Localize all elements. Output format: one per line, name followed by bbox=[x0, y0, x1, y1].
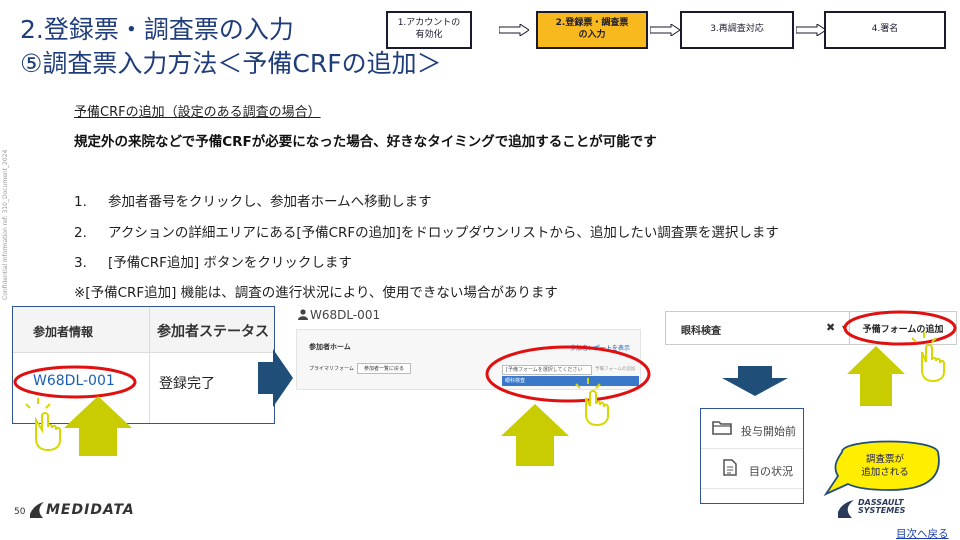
subject-id-link[interactable]: W68DL-001 bbox=[33, 373, 115, 389]
subject-id: W68DL-001 bbox=[310, 308, 381, 322]
medidata-logo: MEDIDATA bbox=[46, 502, 135, 518]
list-item: 3. [予備CRF追加] ボタンをクリックします bbox=[74, 255, 352, 271]
dassault-logo: DASSAULT SYSTEMES bbox=[858, 498, 906, 516]
optional-form-select[interactable]: [予備フォームを選択してください bbox=[502, 365, 592, 375]
folder-icon bbox=[712, 421, 732, 435]
subject-status: 登録完了 bbox=[159, 376, 215, 392]
page-number: 50 bbox=[14, 507, 26, 517]
page-title-line1: 2.登録票・調査票の入力 bbox=[20, 15, 294, 44]
folder-list-screenshot: 投与開始前 目の状況 bbox=[700, 408, 804, 504]
subject-table-screenshot: 参加者情報 参加者ステータス W68DL-001 登録完了 bbox=[12, 306, 275, 424]
chevron-down-icon[interactable]: ▾ bbox=[842, 323, 846, 332]
column-header-subject-status: 参加者ステータス bbox=[157, 324, 269, 340]
add-form-screenshot: 眼科検査 ✖ ▾ 予備フォームの追加 bbox=[659, 305, 960, 351]
column-divider bbox=[149, 307, 150, 423]
subject-report-link[interactable]: 参加者レポートを表示 bbox=[570, 343, 630, 352]
list-item: 1. 参加者番号をクリックし、参加者ホームへ移動します bbox=[74, 194, 432, 210]
add-optional-form-button[interactable]: 予備フォームの追加 bbox=[849, 311, 957, 345]
form-label: 目の状況 bbox=[749, 465, 793, 478]
back-to-list-button[interactable]: 参加者一覧に戻る bbox=[357, 363, 412, 374]
medidata-logo-icon bbox=[30, 502, 44, 518]
arrow-down-icon bbox=[722, 366, 788, 396]
list-item: 2. アクションの詳細エリアにある[予備CRFの追加]をドロップダウンリストから、… bbox=[74, 225, 779, 241]
arrow-up-icon bbox=[847, 346, 905, 406]
dropdown-option[interactable]: 眼科検査 bbox=[502, 376, 639, 386]
lead-text: 規定外の来院などで予備CRFが必要になった場合、好きなタイミングで追加することが… bbox=[74, 134, 657, 150]
back-to-toc-link[interactable]: 目次へ戻る bbox=[896, 526, 949, 540]
selected-form-value: 眼科検査 bbox=[681, 326, 721, 337]
subject-home-screenshot: W68DL-001 参加者ホーム 参加者レポートを表示 プライマリフォーム 参加… bbox=[294, 300, 643, 392]
ds-logo-icon bbox=[838, 500, 854, 518]
note-text: ※[予備CRF追加] 機能は、調査の進行状況により、使用できない場合があります bbox=[74, 285, 558, 301]
list-item[interactable]: 目の状況 bbox=[701, 449, 803, 489]
step-2: 2.登録票・調査票 の入力 bbox=[536, 11, 648, 49]
step-arrow-icon bbox=[650, 24, 680, 36]
folder-label: 投与開始前 bbox=[741, 425, 796, 438]
primary-form-label: プライマリフォーム bbox=[309, 366, 354, 372]
page-title-line2: ⑤調査票入力方法＜予備CRFの追加＞ bbox=[20, 49, 442, 78]
optional-form-select[interactable]: 眼科検査 ✖ ▾ bbox=[665, 311, 851, 345]
callout-text: 調査票が 追加される bbox=[861, 454, 909, 478]
confidential-label: Confidential Information ref: 310_Docume… bbox=[2, 149, 9, 300]
callout-bubble: 調査票が 追加される bbox=[830, 445, 940, 495]
arrow-up-icon bbox=[501, 404, 569, 466]
column-header-subject-info: 参加者情報 bbox=[33, 325, 94, 339]
section-subheading: 予備CRFの追加（設定のある調査の場合） bbox=[74, 105, 321, 120]
step-arrow-icon bbox=[796, 24, 826, 36]
step-4: 4.署名 bbox=[824, 11, 946, 49]
subject-home-card: 参加者ホーム 参加者レポートを表示 プライマリフォーム 参加者一覧に戻る [予備… bbox=[296, 329, 641, 390]
step-1: 1.アカウントの 有効化 bbox=[386, 11, 472, 49]
list-item[interactable]: 投与開始前 bbox=[701, 409, 803, 449]
step-arrow-icon bbox=[499, 24, 529, 36]
user-icon bbox=[298, 309, 308, 320]
document-icon bbox=[723, 459, 737, 476]
step-3: 3.再調査対応 bbox=[680, 11, 794, 49]
clear-icon[interactable]: ✖ bbox=[826, 321, 835, 334]
optional-form-add-button[interactable]: 予備フォームの追加 bbox=[595, 366, 635, 372]
subject-home-title: 参加者ホーム bbox=[309, 343, 351, 351]
